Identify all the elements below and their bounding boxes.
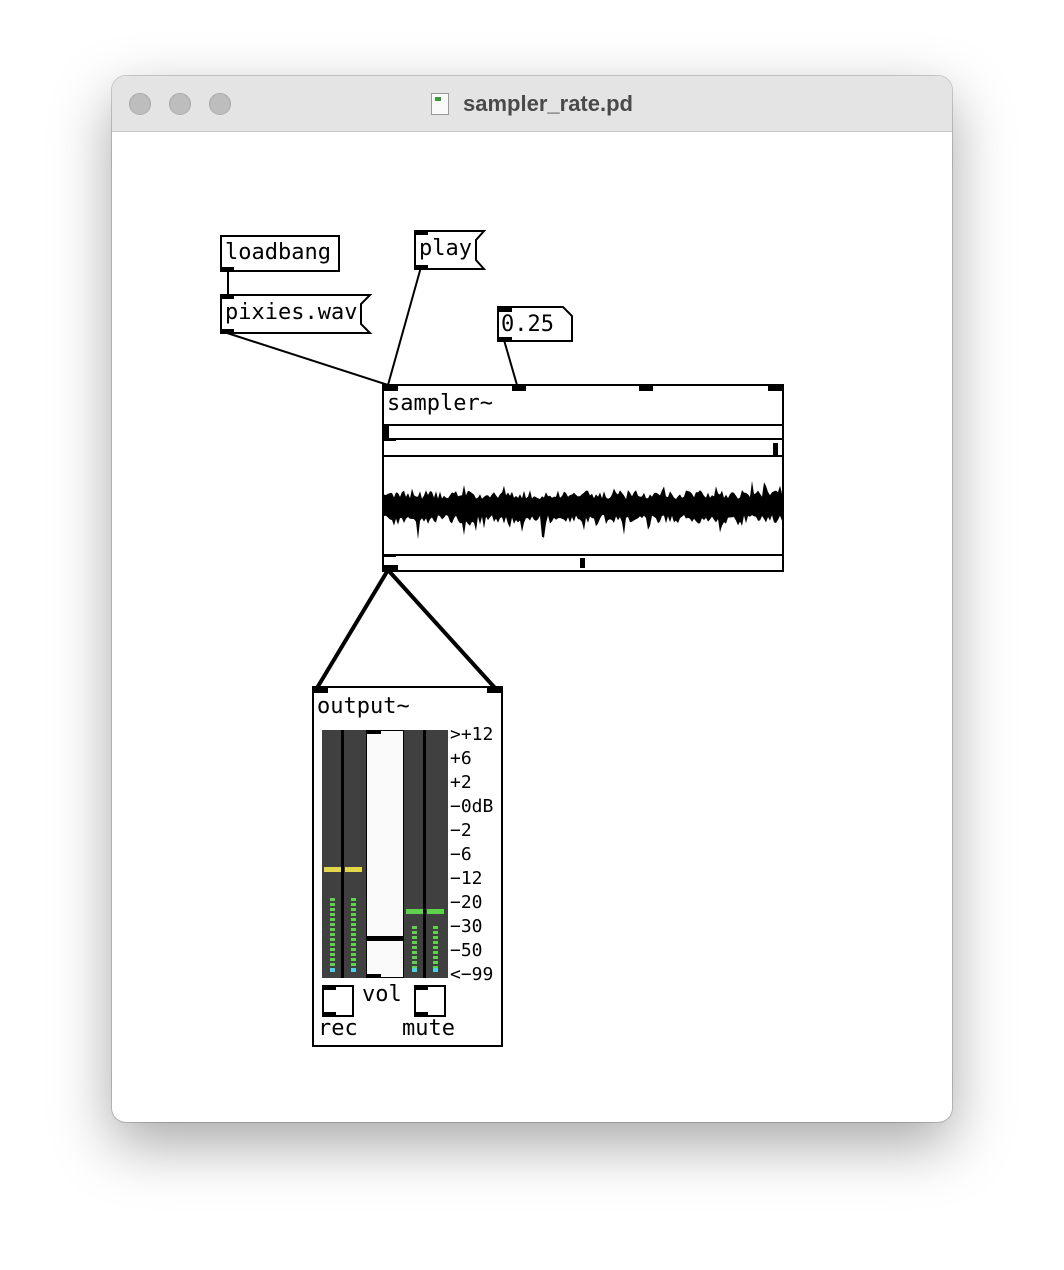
volume-slider-handle[interactable] bbox=[367, 936, 403, 941]
volume-slider[interactable] bbox=[366, 730, 404, 978]
input-level-meter bbox=[322, 730, 366, 978]
scale-label: +2 bbox=[450, 772, 472, 793]
sampler-object[interactable]: sampler~ bbox=[382, 384, 784, 572]
playhead-handle[interactable] bbox=[580, 558, 585, 568]
scale-label: −50 bbox=[450, 940, 483, 961]
sampler-label: sampler~ bbox=[387, 391, 493, 416]
window-title: sampler_rate.pd bbox=[463, 90, 633, 116]
connection-pixies-sampler bbox=[223, 331, 389, 386]
output-level-meter bbox=[404, 730, 448, 978]
pixies-message-label: pixies.wav bbox=[225, 300, 358, 325]
pixies-message-box[interactable]: pixies.wav bbox=[220, 294, 378, 334]
mute-label: mute bbox=[402, 1016, 455, 1041]
scale-label: −20 bbox=[450, 892, 483, 913]
rate-number-box[interactable]: 0.25 bbox=[497, 306, 575, 342]
waveform-display bbox=[384, 480, 782, 540]
rec-toggle[interactable] bbox=[322, 985, 354, 1017]
connection-sampler-output-left bbox=[315, 568, 390, 690]
mute-toggle[interactable] bbox=[414, 985, 446, 1017]
connection-sampler-output-right bbox=[386, 568, 497, 690]
scale-label: −12 bbox=[450, 868, 483, 889]
connection-number-sampler bbox=[503, 339, 518, 386]
scale-label: >+12 bbox=[450, 724, 494, 745]
pd-patch-window: sampler_rate.pd loadbang pixies.wav play… bbox=[112, 76, 952, 1122]
scale-label: <−99 bbox=[450, 964, 494, 985]
end-slider-handle[interactable] bbox=[773, 443, 778, 455]
play-message-label: play bbox=[419, 236, 472, 261]
output-label: output~ bbox=[317, 694, 410, 719]
rate-number-value: 0.25 bbox=[501, 312, 554, 337]
scale-label: +6 bbox=[450, 748, 472, 769]
play-message-box[interactable]: play bbox=[414, 230, 486, 270]
scale-label: −30 bbox=[450, 916, 483, 937]
title-bar: sampler_rate.pd bbox=[112, 76, 952, 132]
patch-connections bbox=[223, 266, 518, 690]
loadbang-object[interactable]: loadbang bbox=[220, 235, 340, 272]
scale-label: −0dB bbox=[450, 796, 494, 817]
volume-label: vol bbox=[362, 982, 402, 1007]
output-object[interactable]: output~ >+12 +6 +2 −0dB −2 −6 −12 −20 −3… bbox=[312, 686, 503, 1047]
loadbang-label: loadbang bbox=[225, 240, 331, 265]
pd-file-icon bbox=[431, 92, 450, 115]
patch-canvas[interactable]: loadbang pixies.wav play 0.25 sampler~ o… bbox=[112, 132, 952, 1122]
scale-label: −2 bbox=[450, 820, 472, 841]
rec-label: rec bbox=[318, 1016, 358, 1041]
connection-play-sampler bbox=[387, 266, 422, 386]
scale-label: −6 bbox=[450, 844, 472, 865]
start-slider-handle[interactable] bbox=[384, 426, 389, 438]
